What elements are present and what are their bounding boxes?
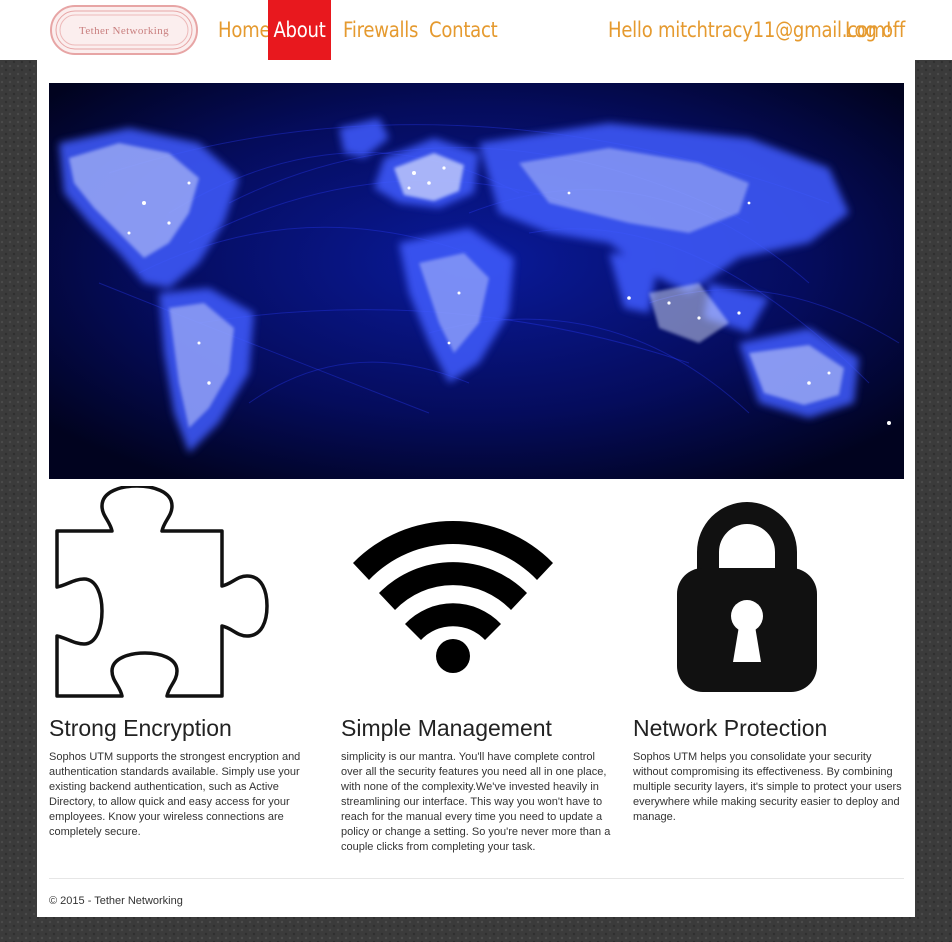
feature-title-network-protection: Network Protection [633,715,828,741]
feature-text-simple-management: simplicity is our mantra. You'll have co… [341,751,611,853]
feature-text-network-protection: Sophos UTM helps you consolidate your se… [633,751,902,823]
brand-name-text: Tether Networking [79,25,169,37]
brand-logo-graphic: Tether Networking [50,5,198,55]
feature-title-strong-encryption: Strong Encryption [49,715,232,741]
top-navbar: Tether Networking Home About Firewalls C… [0,0,952,60]
nav-firewalls-link[interactable]: Firewalls [343,0,418,60]
hero-world-map-image [49,83,904,479]
world-network-map-graphic [49,83,904,479]
wifi-icon [347,508,559,679]
main-content: Strong Encryption Sophos UTM supports th… [37,60,915,917]
footer-copyright: © 2015 - Tether Networking [49,895,183,907]
footer-divider [49,878,904,879]
nav-about-link[interactable]: About [268,0,331,60]
nav-about-label: About [273,18,326,42]
puzzle-piece-icon [52,484,272,705]
feature-title-simple-management: Simple Management [341,715,552,741]
feature-text-strong-encryption: Sophos UTM supports the strongest encryp… [49,751,301,838]
log-off-link[interactable]: Log off [845,0,905,60]
brand-logo[interactable]: Tether Networking [49,3,199,57]
padlock-icon [677,490,817,699]
nav-home-link[interactable]: Home [218,0,271,60]
nav-contact-link[interactable]: Contact [429,0,498,60]
